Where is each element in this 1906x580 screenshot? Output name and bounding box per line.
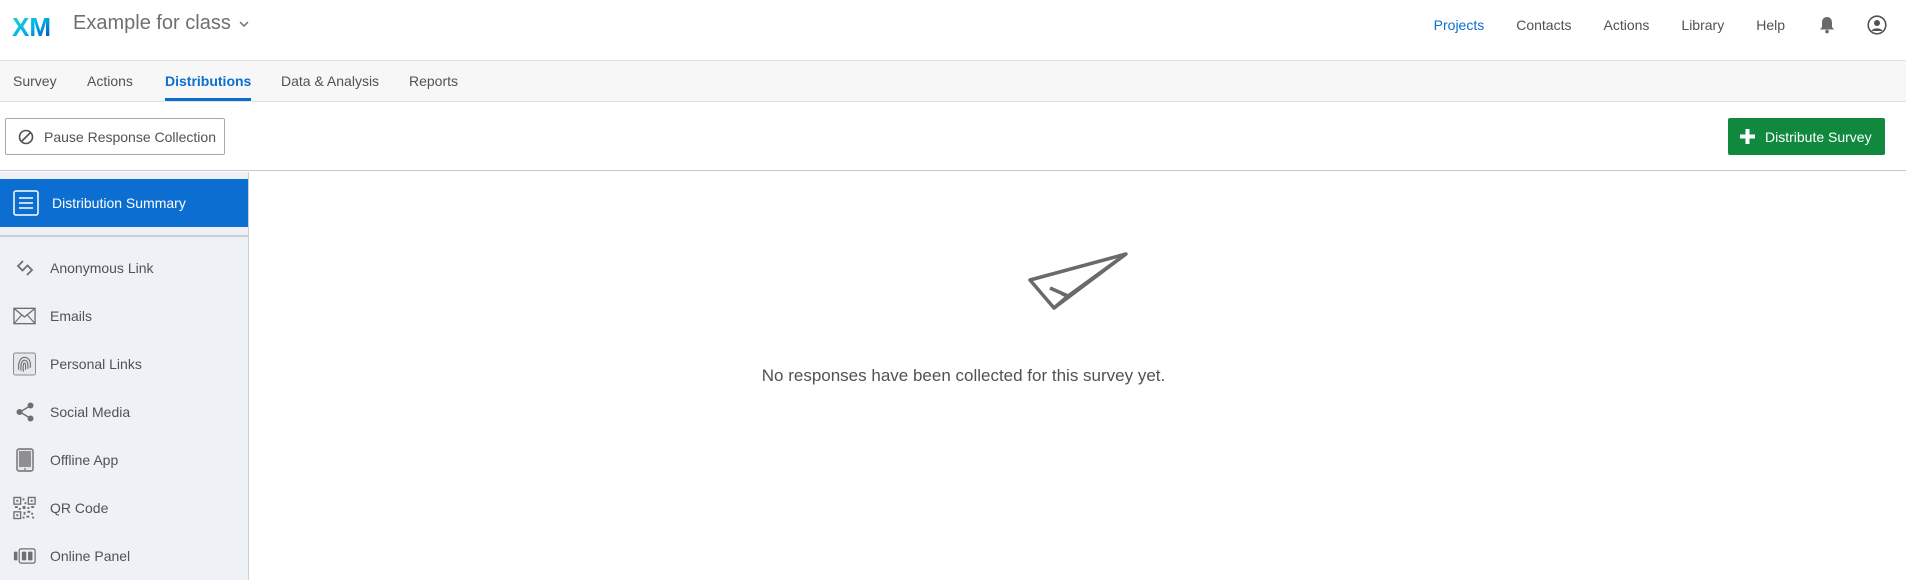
project-tabs: Survey Actions Distributions Data & Anal… xyxy=(0,61,1906,102)
distribute-button-label: Distribute Survey xyxy=(1765,128,1872,145)
nav-library[interactable]: Library xyxy=(1681,17,1724,33)
tab-data-analysis[interactable]: Data & Analysis xyxy=(281,61,379,102)
empty-state-text: No responses have been collected for thi… xyxy=(761,366,1166,385)
project-title-dropdown[interactable]: Example for class xyxy=(73,12,249,35)
pause-response-collection-button[interactable]: Pause Response Collection xyxy=(5,118,225,155)
nav-actions[interactable]: Actions xyxy=(1603,17,1649,33)
xm-logo[interactable]: XM xyxy=(12,13,56,39)
sidebar-item-label: Social Media xyxy=(50,404,131,420)
nav-contacts[interactable]: Contacts xyxy=(1516,17,1571,33)
sidebar-divider xyxy=(0,235,248,237)
distribute-survey-button[interactable]: Distribute Survey xyxy=(1728,118,1885,155)
sidebar-item-qr-code[interactable]: QR Code xyxy=(0,488,248,528)
paper-plane-icon xyxy=(1028,252,1128,310)
user-account-icon[interactable] xyxy=(1867,15,1887,35)
sidebar-item-anonymous-link[interactable]: Anonymous Link xyxy=(0,248,248,288)
sidebar-item-offline-app[interactable]: Offline App xyxy=(0,440,248,480)
sidebar-item-social-media[interactable]: Social Media xyxy=(0,392,248,432)
chevron-down-icon xyxy=(239,20,249,27)
top-header: XM Example for class Projects Contacts A… xyxy=(0,0,1906,61)
svg-text:XM: XM xyxy=(12,13,51,39)
distribution-sidebar: Distribution Summary Anonymous Link Emai… xyxy=(0,172,249,580)
sidebar-item-personal-links[interactable]: Personal Links xyxy=(0,344,248,384)
sidebar-item-emails[interactable]: Emails xyxy=(0,296,248,336)
sidebar-item-label: Anonymous Link xyxy=(50,260,154,276)
empty-state-message: No responses have been collected for thi… xyxy=(249,366,1906,386)
distribution-summary-panel: No responses have been collected for thi… xyxy=(249,172,1906,580)
tab-actions[interactable]: Actions xyxy=(87,61,133,102)
nav-help[interactable]: Help xyxy=(1756,17,1785,33)
sidebar-item-label: Offline App xyxy=(50,452,119,468)
bell-icon[interactable] xyxy=(1817,15,1837,35)
tablet-icon xyxy=(13,448,36,472)
fingerprint-icon xyxy=(13,352,36,376)
sidebar-item-label: Personal Links xyxy=(50,356,142,372)
pause-button-label: Pause Response Collection xyxy=(44,128,216,145)
link-icon xyxy=(13,257,36,280)
qr-code-icon xyxy=(13,496,36,520)
tab-distributions[interactable]: Distributions xyxy=(165,61,252,102)
share-icon xyxy=(13,401,36,424)
sidebar-item-label: Emails xyxy=(50,308,93,324)
sidebar-item-distribution-summary[interactable]: Distribution Summary xyxy=(0,179,248,227)
nav-projects[interactable]: Projects xyxy=(1434,17,1485,33)
tab-reports[interactable]: Reports xyxy=(409,61,458,102)
sidebar-item-label: QR Code xyxy=(50,500,109,516)
action-bar: Pause Response Collection Distribute Sur… xyxy=(0,102,1906,171)
sidebar-item-label: Online Panel xyxy=(50,548,131,564)
sidebar-item-label: Distribution Summary xyxy=(52,195,186,211)
panel-icon xyxy=(13,545,36,568)
envelope-icon xyxy=(13,305,36,328)
list-summary-icon xyxy=(13,190,39,216)
tab-survey[interactable]: Survey xyxy=(13,61,57,102)
sidebar-item-online-panel[interactable]: Online Panel xyxy=(0,536,248,576)
top-navigation: Projects Contacts Actions Library Help xyxy=(1434,0,1906,50)
project-title: Example for class xyxy=(73,12,231,34)
prohibit-icon xyxy=(18,129,34,144)
plus-icon xyxy=(1740,129,1755,144)
